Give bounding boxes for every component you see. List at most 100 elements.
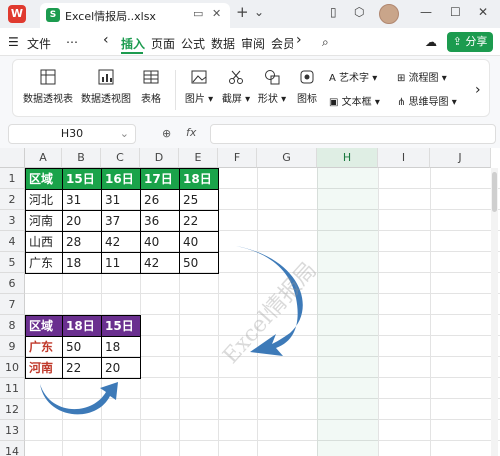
minimize-button[interactable]: — xyxy=(420,5,432,19)
textbox-button[interactable]: ▣ 文本框 ▾ xyxy=(329,93,380,108)
icons-button[interactable]: 图标 xyxy=(294,68,320,105)
column-header-b[interactable]: B xyxy=(62,148,101,168)
row-header-2[interactable]: 2 xyxy=(0,189,25,210)
column-header-j[interactable]: J xyxy=(430,148,491,168)
row-header-6[interactable]: 6 xyxy=(0,273,25,294)
select-all-corner[interactable] xyxy=(0,148,25,168)
tab-data[interactable]: 数据 xyxy=(211,35,235,52)
table1-header-cell[interactable]: 18日 xyxy=(179,168,219,190)
table1-cell[interactable]: 37 xyxy=(101,210,141,232)
table2-cell[interactable]: 18 xyxy=(101,336,141,358)
table1-cell[interactable]: 42 xyxy=(140,252,180,274)
table1-cell[interactable]: 26 xyxy=(140,189,180,211)
table2-cell[interactable]: 50 xyxy=(62,336,102,358)
fx-icon[interactable]: fx xyxy=(186,126,196,139)
screenshot-button[interactable]: 截屏 ▾ xyxy=(220,68,252,105)
table1-cell[interactable]: 广东 xyxy=(25,252,63,274)
flowchart-button[interactable]: ⊞ 流程图 ▾ xyxy=(397,69,447,84)
table1-cell[interactable]: 22 xyxy=(179,210,219,232)
column-header-e[interactable]: E xyxy=(179,148,218,168)
table1-cell[interactable]: 河北 xyxy=(25,189,63,211)
table1-cell[interactable]: 河南 xyxy=(25,210,63,232)
table2-header-cell[interactable]: 区域 xyxy=(25,315,63,337)
menu-file[interactable]: 文件 xyxy=(27,35,51,52)
row-header-11[interactable]: 11 xyxy=(0,378,25,399)
close-tab-icon[interactable]: ✕ xyxy=(212,7,221,20)
scroll-left-icon[interactable]: ‹ xyxy=(103,32,109,48)
table1-header-cell[interactable]: 区域 xyxy=(25,168,63,190)
tab-page[interactable]: 页面 xyxy=(151,35,175,52)
tab-member[interactable]: 会员 xyxy=(271,35,293,52)
row-header-13[interactable]: 13 xyxy=(0,420,25,441)
row-header-1[interactable]: 1 xyxy=(0,168,25,189)
tab-insert[interactable]: 插入 xyxy=(121,35,145,52)
name-box[interactable]: H30 ⌄ xyxy=(8,124,136,144)
row-header-5[interactable]: 5 xyxy=(0,252,25,273)
picture-button[interactable]: 图片 ▾ xyxy=(183,68,215,105)
column-header-a[interactable]: A xyxy=(25,148,62,168)
tab-review[interactable]: 审阅 xyxy=(241,35,265,52)
table1-cell[interactable]: 28 xyxy=(62,231,102,253)
table1-cell[interactable]: 18 xyxy=(62,252,102,274)
table1-cell[interactable]: 山西 xyxy=(25,231,63,253)
cloud-icon[interactable]: ☁ xyxy=(425,35,437,49)
wordart-button[interactable]: A 艺术字 ▾ xyxy=(329,69,377,84)
table1-cell[interactable]: 20 xyxy=(62,210,102,232)
table1-cell[interactable]: 11 xyxy=(101,252,141,274)
pivot-table-button[interactable]: 数据透视表 xyxy=(21,68,75,105)
scrollbar-thumb[interactable] xyxy=(492,172,497,212)
table2-header-cell[interactable]: 15日 xyxy=(101,315,141,337)
window-layout-icon[interactable]: ▯ xyxy=(330,5,337,19)
table-button[interactable]: 表格 xyxy=(137,68,165,105)
table2-cell[interactable]: 广东 xyxy=(25,336,63,358)
row-header-12[interactable]: 12 xyxy=(0,399,25,420)
zoom-icon[interactable]: ⊕ xyxy=(162,127,171,140)
row-header-14[interactable]: 14 xyxy=(0,441,25,456)
row-header-4[interactable]: 4 xyxy=(0,231,25,252)
row-header-8[interactable]: 8 xyxy=(0,315,25,336)
column-header-i[interactable]: I xyxy=(378,148,430,168)
tab-window-icon[interactable]: ▭ xyxy=(193,7,203,20)
spreadsheet-grid[interactable]: A B C D E F G H I J 1 2 3 4 5 6 7 8 9 10 11 12 13 14 区域 15日 16日 17日… xyxy=(0,148,500,456)
shapes-button[interactable]: 形状 ▾ xyxy=(256,68,288,105)
search-icon[interactable]: ⌕ xyxy=(322,35,329,50)
table1-header-cell[interactable]: 16日 xyxy=(101,168,141,190)
row-header-3[interactable]: 3 xyxy=(0,210,25,231)
new-tab-button[interactable]: + xyxy=(236,3,249,21)
close-window-button[interactable]: ✕ xyxy=(478,5,488,19)
table1-header-cell[interactable]: 17日 xyxy=(140,168,180,190)
ribbon-more-icon[interactable]: › xyxy=(475,82,481,98)
wps-logo[interactable]: W xyxy=(8,5,26,23)
table2-header-cell[interactable]: 18日 xyxy=(62,315,102,337)
table2-cell[interactable]: 河南 xyxy=(25,357,63,379)
table1-cell[interactable]: 42 xyxy=(101,231,141,253)
table2-cell[interactable]: 22 xyxy=(62,357,102,379)
row-header-10[interactable]: 10 xyxy=(0,357,25,378)
column-header-f[interactable]: F xyxy=(218,148,257,168)
cube-icon[interactable]: ⬡ xyxy=(354,5,364,19)
scroll-right-icon[interactable]: › xyxy=(296,32,302,48)
table2-cell[interactable]: 20 xyxy=(101,357,141,379)
column-header-g[interactable]: G xyxy=(257,148,317,168)
mindmap-button[interactable]: ⋔ 思维导图 ▾ xyxy=(397,93,457,108)
table1-cell[interactable]: 40 xyxy=(179,231,219,253)
formula-input[interactable] xyxy=(210,124,496,144)
table1-cell[interactable]: 50 xyxy=(179,252,219,274)
pivot-chart-button[interactable]: 数据透视图 xyxy=(79,68,133,105)
table1-cell[interactable]: 31 xyxy=(101,189,141,211)
tab-list-button[interactable]: ⌄ xyxy=(254,5,264,19)
row-header-7[interactable]: 7 xyxy=(0,294,25,315)
table1-cell[interactable]: 40 xyxy=(140,231,180,253)
avatar[interactable] xyxy=(379,4,399,24)
tab-formula[interactable]: 公式 xyxy=(181,35,205,52)
column-header-h[interactable]: H xyxy=(317,148,378,168)
column-header-c[interactable]: C xyxy=(101,148,140,168)
document-tab[interactable]: S Excel情报局..xlsx ▭ ✕ xyxy=(40,3,230,28)
share-button[interactable]: ⇪ 分享 xyxy=(447,32,493,52)
more-menu-button[interactable]: ⋯ xyxy=(66,35,78,49)
row-header-9[interactable]: 9 xyxy=(0,336,25,357)
table1-cell[interactable]: 36 xyxy=(140,210,180,232)
menu-icon[interactable]: ☰ xyxy=(8,35,19,49)
column-header-d[interactable]: D xyxy=(140,148,179,168)
table1-cell[interactable]: 25 xyxy=(179,189,219,211)
